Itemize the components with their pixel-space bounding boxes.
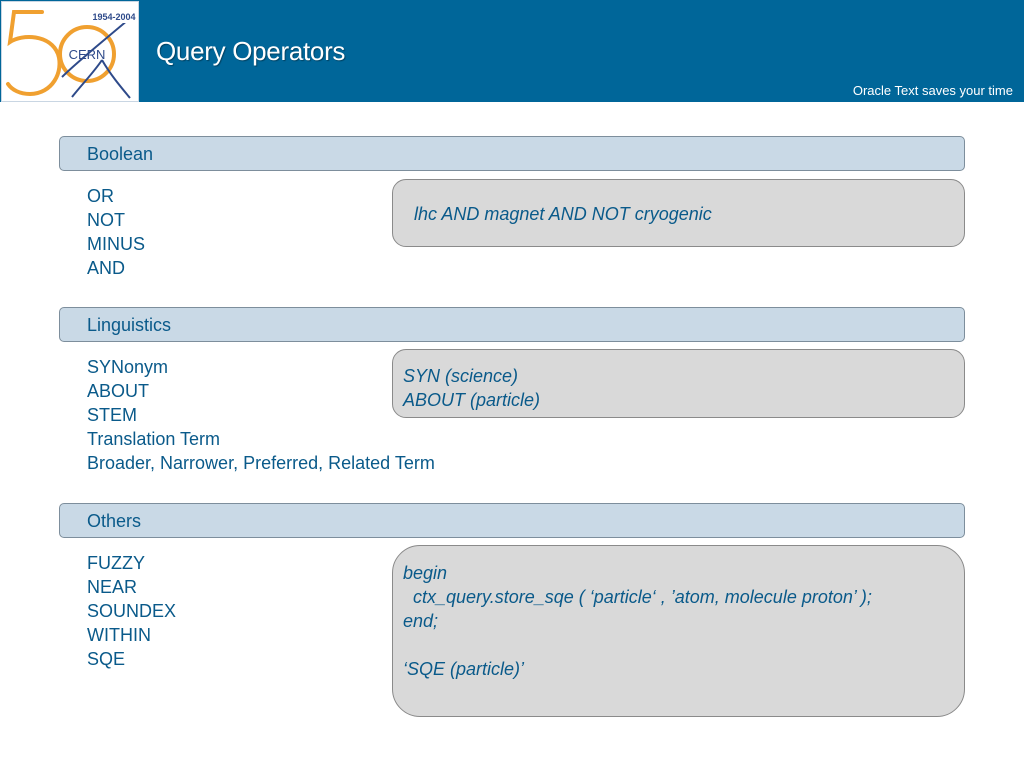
cern-50-logo: 1954-2004 CERN [1,1,139,102]
section-title: Linguistics [87,315,172,335]
operator-item: STEM [87,405,138,425]
page-title: Query Operators [156,36,346,66]
section-bar-linguistics: Linguistics [59,307,965,342]
logo-cern-text: CERN [69,47,106,62]
example-line: ‘SQE (particle)’ [403,659,525,679]
example-line: SYN (science) [403,366,519,386]
example-line [403,633,964,657]
operator-item: SQE [87,649,126,669]
section-bar-others: Others [59,503,965,538]
header-tagline: Oracle Text saves your time [852,83,1013,98]
logo-years: 1954-2004 [92,12,135,22]
section-title: Others [87,511,142,531]
operator-list-boolean: OR NOT MINUS AND [87,184,145,280]
example-line: lhc AND magnet AND NOT cryogenic [414,204,712,224]
cern-logo-graphic: 1954-2004 CERN [6,10,136,99]
operator-list-others: FUZZY NEAR SOUNDEX WITHIN SQE [87,551,176,671]
operator-item: MINUS [87,234,145,254]
operator-item: OR [87,186,114,206]
operator-item: Translation Term [87,429,221,449]
example-line: ABOUT (particle) [403,390,541,410]
operator-item: SOUNDEX [87,601,177,621]
section-bar-boolean: Boolean [59,136,965,171]
operator-item: AND [87,258,126,278]
operator-item: SYNonym [87,357,169,377]
operator-item: NOT [87,210,125,230]
example-line: ctx_query.store_sqe ( ‘particle‘ , ’atom… [403,587,872,607]
example-box-linguistics: SYN (science) ABOUT (particle) [392,349,965,418]
operator-item: NEAR [87,577,138,597]
operator-item: FUZZY [87,553,145,573]
example-line: begin [403,563,448,583]
operator-list-linguistics: SYNonym ABOUT STEM Translation Term Broa… [87,355,435,475]
example-line: end; [403,611,439,631]
header-bar: 1954-2004 CERN Query Operators Oracle Te… [0,0,1024,102]
example-box-boolean: lhc AND magnet AND NOT cryogenic [392,179,965,247]
operator-item: WITHIN [87,625,151,645]
section-title: Boolean [87,144,154,164]
example-box-others: begin ctx_query.store_sqe ( ‘particle‘ ,… [392,545,965,717]
operator-item: ABOUT [87,381,150,401]
operator-item: Broader, Narrower, Preferred, Related Te… [87,453,435,473]
